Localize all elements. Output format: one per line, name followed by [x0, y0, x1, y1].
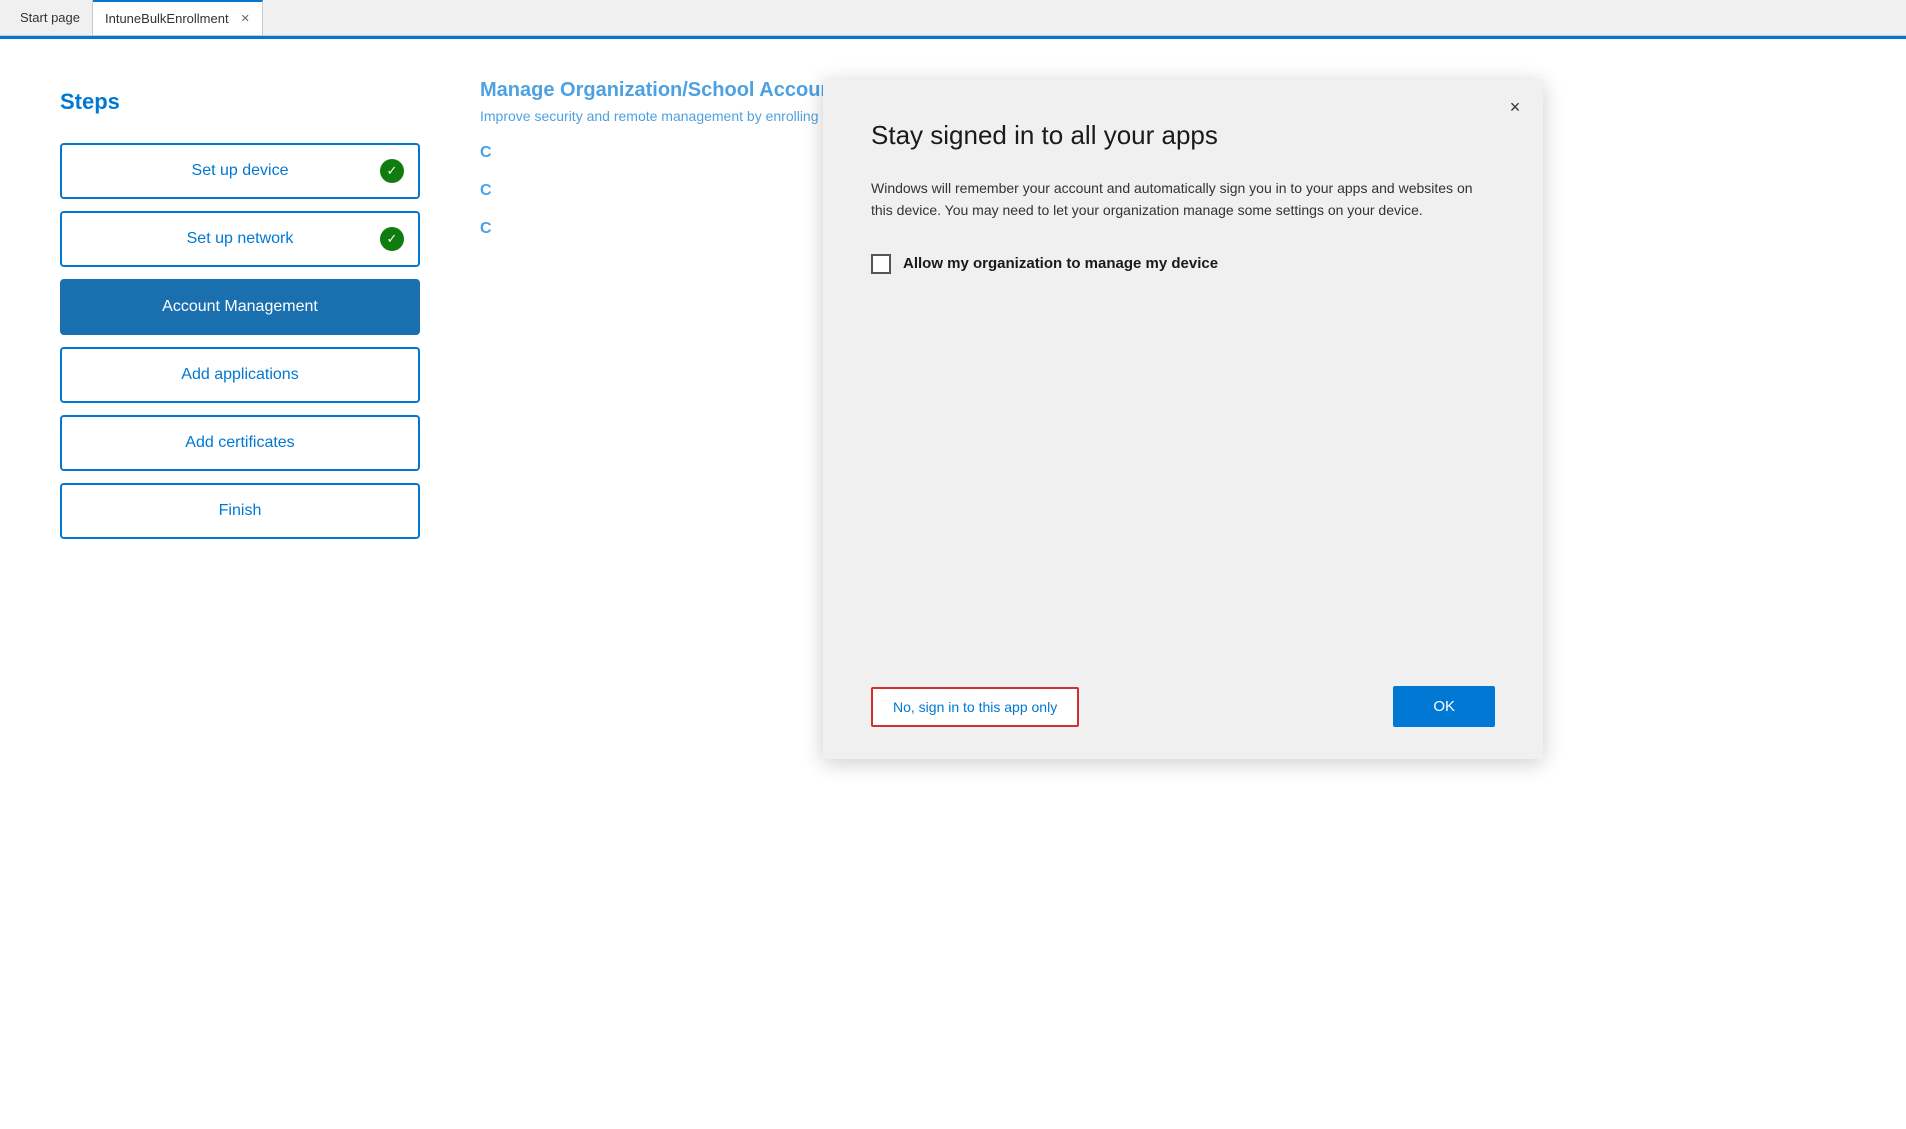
step-account-management-label: Account Management: [162, 298, 318, 316]
manage-device-checkbox[interactable]: [871, 254, 891, 274]
step-setup-device-check: ✓: [380, 159, 404, 183]
step-setup-network[interactable]: Set up network ✓: [60, 211, 420, 267]
step-setup-device[interactable]: Set up device ✓: [60, 143, 420, 199]
step-add-applications[interactable]: Add applications: [60, 347, 420, 403]
step-add-certificates[interactable]: Add certificates: [60, 415, 420, 471]
steps-title: Steps: [60, 89, 420, 115]
step-finish-label: Finish: [219, 502, 262, 520]
tab-start[interactable]: Start page: [8, 0, 93, 35]
tab-intune-label: IntuneBulkEnrollment: [105, 11, 229, 26]
checkbox-label: Allow my organization to manage my devic…: [903, 255, 1218, 272]
modal-footer: No, sign in to this app only OK: [871, 686, 1495, 727]
modal-title: Stay signed in to all your apps: [871, 119, 1495, 153]
title-bar: Start page IntuneBulkEnrollment ✕: [0, 0, 1906, 36]
step-finish[interactable]: Finish: [60, 483, 420, 539]
modal-overlay: × Stay signed in to all your apps Window…: [460, 79, 1906, 1129]
modal-spacer: [871, 314, 1495, 634]
ok-label: OK: [1433, 698, 1455, 715]
modal-close-button[interactable]: ×: [1501, 93, 1529, 121]
step-setup-network-check: ✓: [380, 227, 404, 251]
step-add-certificates-label: Add certificates: [185, 434, 294, 452]
checkbox-row: Allow my organization to manage my devic…: [871, 254, 1495, 274]
sign-in-app-only-button[interactable]: No, sign in to this app only: [871, 687, 1079, 727]
step-setup-network-label: Set up network: [187, 230, 294, 248]
step-account-management[interactable]: Account Management: [60, 279, 420, 335]
steps-sidebar: Steps Set up device ✓ Set up network ✓ A…: [60, 79, 420, 1089]
tab-start-label: Start page: [20, 10, 80, 25]
right-area: Manage Organization/School Accounts Impr…: [480, 79, 1846, 1089]
tab-close-icon[interactable]: ✕: [241, 12, 250, 25]
step-setup-device-label: Set up device: [192, 162, 289, 180]
modal-description: Windows will remember your account and a…: [871, 177, 1495, 222]
ok-button[interactable]: OK: [1393, 686, 1495, 727]
main-content: Steps Set up device ✓ Set up network ✓ A…: [0, 39, 1906, 1129]
close-icon: ×: [1510, 97, 1521, 118]
modal-dialog: × Stay signed in to all your apps Window…: [823, 79, 1543, 759]
sign-in-app-only-label: No, sign in to this app only: [893, 699, 1057, 715]
tab-intune[interactable]: IntuneBulkEnrollment ✕: [93, 0, 263, 35]
step-add-applications-label: Add applications: [181, 366, 298, 384]
